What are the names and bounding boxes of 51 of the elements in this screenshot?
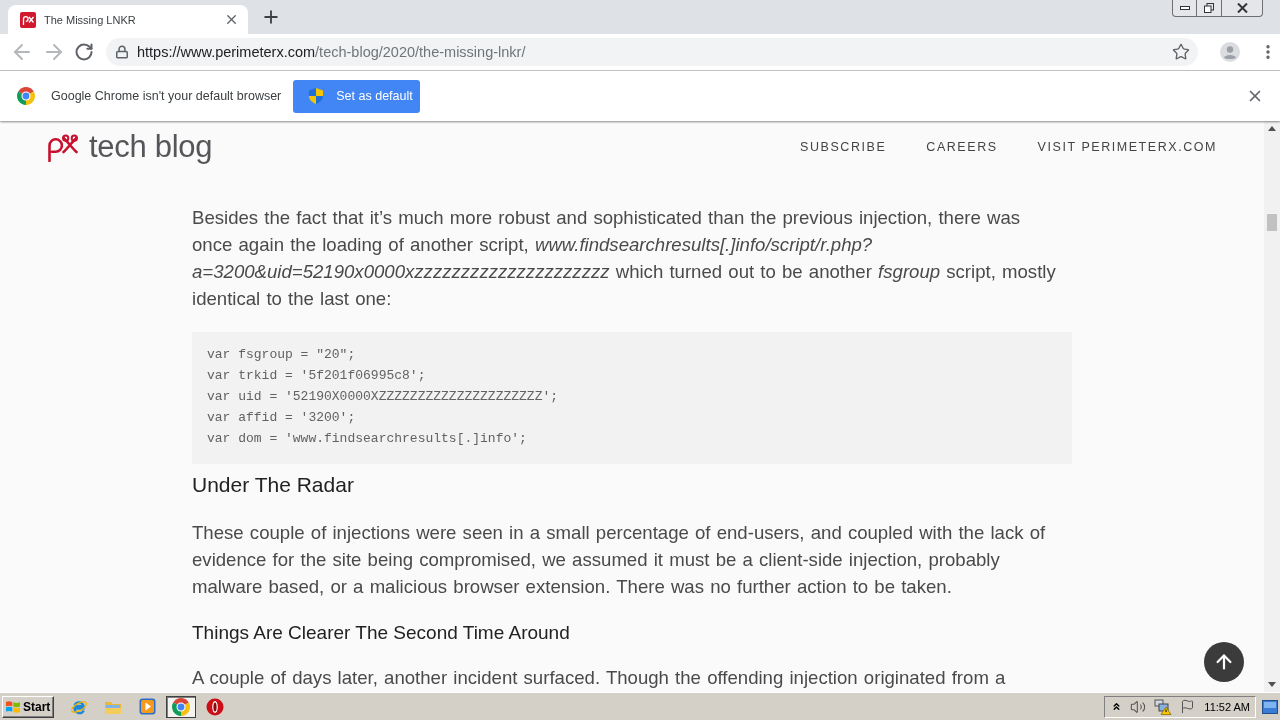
close-icon[interactable] xyxy=(224,12,239,27)
o-logo-icon[interactable] xyxy=(206,697,224,716)
restore-icon xyxy=(1204,3,1214,13)
browser-logo-icon xyxy=(17,87,35,105)
media-player-icon[interactable] xyxy=(138,698,156,715)
close-window-button[interactable] xyxy=(1222,0,1263,17)
scroll-down-icon[interactable] xyxy=(1268,682,1276,687)
network-warning-icon[interactable] xyxy=(1154,698,1172,715)
show-desktop-icon[interactable] xyxy=(1262,699,1278,714)
paragraph: Besides the fact that it’s much more robust and sophisticated than the previous injection, there was once again the loading of another script, www.findsearchresults[.]info/script/r.php?a=3200&uid=52190x0000xzzzzzzzzzzzzzzzzzzzzz which turned out to be another fsgroup script, mostly identical to the last one: xyxy=(192,206,1057,311)
browser-logo-icon[interactable] xyxy=(172,697,190,716)
bookmark-star-icon[interactable] xyxy=(1172,43,1190,61)
start-button[interactable]: Start xyxy=(2,695,54,718)
nav-link[interactable]: VISIT PERIMETERX.COM xyxy=(1037,140,1217,154)
new-tab-icon[interactable] xyxy=(261,7,281,27)
scroll-to-top-button[interactable] xyxy=(1204,642,1244,682)
infobar-message: Google Chrome isn't your default browser xyxy=(51,89,282,103)
logo-text[interactable]: tech blog xyxy=(89,129,213,165)
code-line: var trkid = '5f201f06995c8'; xyxy=(207,367,427,385)
windows-flag-icon xyxy=(5,698,21,715)
reload-icon[interactable] xyxy=(74,42,94,62)
chevron-up-icon[interactable] xyxy=(1111,701,1122,712)
flag-icon[interactable] xyxy=(1180,699,1195,714)
code-line: var fsgroup = "20"; xyxy=(207,346,357,364)
address-bar[interactable]: https://www.perimeterx.com/tech-blog/2020/the-missing-lnkr/ xyxy=(106,38,1198,66)
taskbar-button[interactable] xyxy=(166,695,196,718)
code-line: var dom = 'www.findsearchresults[.]info'; xyxy=(207,430,528,448)
clock[interactable]: 11:52 AM xyxy=(1204,700,1250,713)
nav-link[interactable]: SUBSCRIBE xyxy=(800,140,887,154)
code-line: var affid = '3200'; xyxy=(207,409,357,427)
close-icon xyxy=(1236,3,1248,13)
subsection-heading: Things Are Clearer The Second Time Around xyxy=(192,621,571,645)
logo-icon[interactable] xyxy=(47,132,78,162)
restore-button[interactable] xyxy=(1197,0,1222,17)
shield-icon xyxy=(309,88,324,104)
set-default-button[interactable]: Set as default xyxy=(293,79,421,113)
scrollbar-thumb[interactable] xyxy=(1267,214,1277,231)
speaker-icon[interactable] xyxy=(1130,698,1146,715)
nav-link[interactable]: CAREERS xyxy=(926,140,998,154)
minimize-icon xyxy=(1179,6,1190,10)
profile-avatar-icon[interactable] xyxy=(1220,42,1240,62)
scroll-up-icon[interactable] xyxy=(1268,126,1276,131)
paragraph: A couple of days later, another incident surfaced. Though the offending injection originated from a xyxy=(192,666,1007,690)
paragraph: These couple of injections were seen in a small percentage of end-users, and coupled with the lack of evidence for the site being compromised, we assumed it must be a client-side injection, probably malware based, or a malicious browser extension. There was no further action to be taken. xyxy=(192,521,1047,599)
code-line: var uid = '52190X0000XZZZZZZZZZZZZZZZZZZZZZ'; xyxy=(207,388,560,406)
minimize-button[interactable] xyxy=(1172,0,1197,17)
lock-icon xyxy=(115,45,129,59)
favicon-icon xyxy=(20,11,36,28)
scrollbar[interactable] xyxy=(1264,121,1280,692)
browser-tab[interactable]: The Missing LNKR xyxy=(8,5,248,34)
section-heading: Under The Radar xyxy=(192,472,355,498)
